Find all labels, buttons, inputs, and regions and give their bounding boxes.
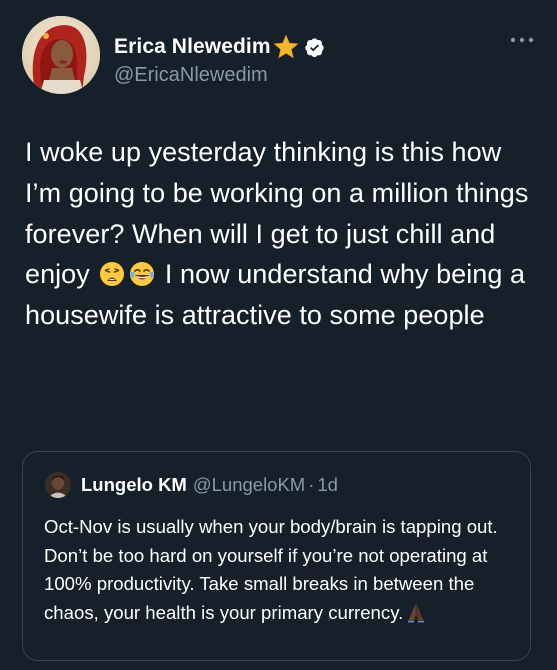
quoted-tweet-text: Oct-Nov is usually when your body/brain …: [44, 513, 522, 627]
tweet-text: I woke up yesterday thinking is this how…: [25, 132, 535, 336]
quoted-timestamp[interactable]: 1d: [317, 474, 338, 496]
tears-of-joy-icon: [129, 258, 155, 287]
author-avatar[interactable]: [22, 16, 100, 94]
quoted-author-avatar[interactable]: [45, 472, 71, 498]
tweet-header: Erica Nlewedim @EricaNlewedim: [22, 16, 535, 98]
author-handle[interactable]: @EricaNlewedim: [114, 64, 325, 87]
star-icon: [273, 34, 299, 60]
quoted-tweet[interactable]: Lungelo KM @LungeloKM · 1d Oct-Nov is us…: [22, 451, 531, 661]
more-options-icon[interactable]: [509, 32, 535, 43]
author-names: Erica Nlewedim @EricaNlewedim: [114, 34, 325, 87]
weary-face-icon: [99, 258, 125, 287]
quoted-tweet-body: Oct-Nov is usually when your body/brain …: [44, 516, 498, 623]
quoted-author-display-name[interactable]: Lungelo KM: [81, 474, 187, 496]
author-display-name[interactable]: Erica Nlewedim: [114, 35, 271, 59]
verified-icon: [304, 37, 325, 58]
quoted-tweet-header: Lungelo KM @LungeloKM · 1d: [45, 471, 338, 499]
folded-hands-icon: [405, 601, 427, 623]
tweet-card[interactable]: Erica Nlewedim @EricaNlewedim I woke up …: [0, 0, 557, 670]
display-name-row: Erica Nlewedim: [114, 34, 325, 60]
quoted-author-handle[interactable]: @LungeloKM: [193, 474, 305, 496]
quoted-separator: ·: [308, 474, 315, 495]
